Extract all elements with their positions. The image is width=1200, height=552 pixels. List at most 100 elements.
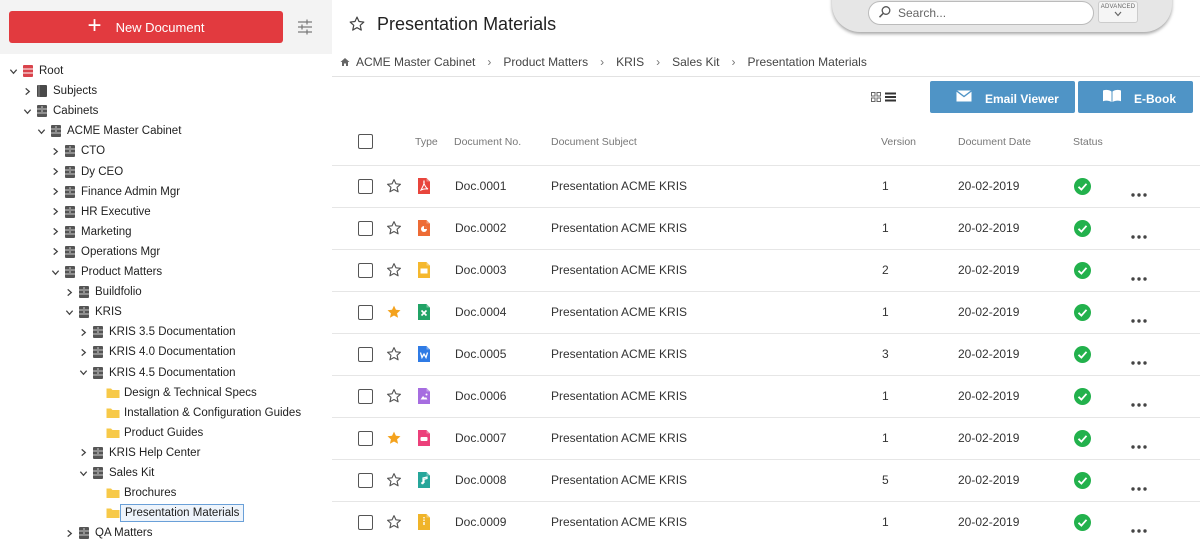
tree-item-kris-4-0-documentation[interactable]: KRIS 4.0 Documentation [78, 342, 236, 362]
more-options-icon[interactable] [1130, 269, 1148, 281]
column-header-version[interactable]: Version [881, 136, 916, 148]
breadcrumb-item-kris[interactable]: KRIS [616, 55, 644, 69]
favorite-star-icon[interactable] [348, 15, 366, 33]
tree-item-cto[interactable]: CTO [50, 141, 105, 161]
chevron-right-icon[interactable] [50, 227, 60, 237]
list-view-icon[interactable] [885, 92, 896, 102]
row-checkbox[interactable] [358, 263, 373, 278]
more-options-icon[interactable] [1130, 395, 1148, 407]
chevron-right-icon[interactable] [78, 347, 88, 357]
breadcrumb-item-sales-kit[interactable]: Sales Kit [672, 55, 719, 69]
chevron-down-icon[interactable] [50, 267, 60, 277]
more-options-icon[interactable] [1130, 227, 1148, 239]
tree-item-subjects[interactable]: Subjects [22, 81, 97, 101]
row-checkbox[interactable] [358, 221, 373, 236]
tree-item-brochures[interactable]: Brochures [106, 483, 176, 503]
row-checkbox[interactable] [358, 431, 373, 446]
row-checkbox[interactable] [358, 389, 373, 404]
star-outline-icon[interactable] [386, 514, 402, 530]
tree-item-cabinets[interactable]: Cabinets [22, 101, 98, 121]
more-options-icon[interactable] [1130, 353, 1148, 365]
column-header-document-subject[interactable]: Document Subject [551, 136, 637, 148]
star-outline-icon[interactable] [386, 346, 402, 362]
tree-item-design-technical-specs[interactable]: Design & Technical Specs [106, 383, 257, 403]
view-toggle[interactable] [871, 90, 899, 104]
chevron-down-icon[interactable] [8, 66, 18, 76]
email-viewer-button[interactable]: Email Viewer [930, 81, 1075, 113]
ebook-button[interactable]: E-Book [1078, 81, 1193, 113]
more-options-icon[interactable] [1130, 311, 1148, 323]
tree-item-operations-mgr[interactable]: Operations Mgr [50, 242, 160, 262]
row-checkbox[interactable] [358, 515, 373, 530]
column-header-status[interactable]: Status [1073, 136, 1103, 148]
tree-item-buildfolio[interactable]: Buildfolio [64, 282, 142, 302]
tree-item-presentation-materials[interactable]: Presentation Materials [106, 503, 245, 523]
tree-item-dy-ceo[interactable]: Dy CEO [50, 162, 123, 182]
chevron-down-icon[interactable] [36, 126, 46, 136]
table-row[interactable]: Doc.0009 Presentation ACME KRIS 1 20-02-201… [332, 501, 1200, 543]
chevron-right-icon[interactable] [78, 448, 88, 458]
grid-view-icon[interactable] [871, 92, 881, 102]
more-options-icon[interactable] [1130, 479, 1148, 491]
star-outline-icon[interactable] [386, 262, 402, 278]
tree-item-kris-4-5-documentation[interactable]: KRIS 4.5 Documentation [78, 363, 236, 383]
star-outline-icon[interactable] [386, 388, 402, 404]
row-checkbox[interactable] [358, 473, 373, 488]
filter-settings-button[interactable] [296, 17, 314, 37]
star-outline-icon[interactable] [386, 472, 402, 488]
chevron-right-icon[interactable] [64, 287, 74, 297]
table-row[interactable]: Doc.0004 Presentation ACME KRIS 1 20-02-201… [332, 291, 1200, 333]
star-filled-icon[interactable] [386, 430, 402, 446]
table-row[interactable]: Doc.0007 Presentation ACME KRIS 1 20-02-201… [332, 417, 1200, 459]
row-checkbox[interactable] [358, 305, 373, 320]
tree-item-qa-matters[interactable]: QA Matters [64, 523, 153, 543]
advanced-search-button[interactable]: ADVANCED [1098, 1, 1138, 23]
row-checkbox[interactable] [358, 347, 373, 362]
tree-item-sales-kit[interactable]: Sales Kit [78, 463, 154, 483]
home-icon[interactable] [340, 57, 350, 67]
table-row[interactable]: Doc.0006 Presentation ACME KRIS 1 20-02-201… [332, 375, 1200, 417]
star-outline-icon[interactable] [386, 220, 402, 236]
tree-item-product-matters[interactable]: Product Matters [50, 262, 162, 282]
tree-item-kris-3-5-documentation[interactable]: KRIS 3.5 Documentation [78, 322, 236, 342]
row-checkbox[interactable] [358, 179, 373, 194]
tree-item-installation-configuration-guides[interactable]: Installation & Configuration Guides [106, 403, 301, 423]
breadcrumb-item-product-matters[interactable]: Product Matters [503, 55, 588, 69]
tree-item-hr-executive[interactable]: HR Executive [50, 202, 151, 222]
chevron-right-icon[interactable] [50, 146, 60, 156]
column-header-document-date[interactable]: Document Date [958, 136, 1031, 148]
chevron-down-icon[interactable] [64, 307, 74, 317]
chevron-right-icon[interactable] [50, 247, 60, 257]
chevron-down-icon[interactable] [22, 106, 32, 116]
table-row[interactable]: Doc.0002 Presentation ACME KRIS 1 20-02-201… [332, 207, 1200, 249]
chevron-right-icon[interactable] [22, 86, 32, 96]
tree-item-root[interactable]: Root [8, 61, 63, 81]
table-row[interactable]: Doc.0003 Presentation ACME KRIS 2 20-02-201… [332, 249, 1200, 291]
breadcrumb-item-acme[interactable]: ACME Master Cabinet [356, 55, 475, 69]
tree-item-marketing[interactable]: Marketing [50, 222, 132, 242]
tree-item-finance-admin-mgr[interactable]: Finance Admin Mgr [50, 182, 180, 202]
chevron-right-icon[interactable] [50, 207, 60, 217]
tree-item-kris-help-center[interactable]: KRIS Help Center [78, 443, 200, 463]
chevron-down-icon[interactable] [78, 468, 88, 478]
column-header-document-no[interactable]: Document No. [454, 136, 521, 148]
more-options-icon[interactable] [1130, 185, 1148, 197]
new-document-button[interactable]: + New Document [9, 11, 283, 43]
chevron-right-icon[interactable] [50, 167, 60, 177]
star-outline-icon[interactable] [386, 178, 402, 194]
search-input[interactable] [898, 4, 1088, 22]
chevron-right-icon[interactable] [78, 327, 88, 337]
table-row[interactable]: Doc.0005 Presentation ACME KRIS 3 20-02-201… [332, 333, 1200, 375]
chevron-right-icon[interactable] [50, 187, 60, 197]
chevron-right-icon[interactable] [64, 528, 74, 538]
more-options-icon[interactable] [1130, 437, 1148, 449]
tree-item-acme-master-cabinet[interactable]: ACME Master Cabinet [36, 121, 181, 141]
column-header-type[interactable]: Type [415, 136, 438, 148]
star-filled-icon[interactable] [386, 304, 402, 320]
table-row[interactable]: Doc.0008 Presentation ACME KRIS 5 20-02-201… [332, 459, 1200, 501]
tree-item-product-guides[interactable]: Product Guides [106, 423, 203, 443]
select-all-checkbox[interactable] [358, 134, 373, 149]
table-row[interactable]: Doc.0001 Presentation ACME KRIS 1 20-02-201… [332, 165, 1200, 207]
tree-item-kris[interactable]: KRIS [64, 302, 122, 322]
more-options-icon[interactable] [1130, 521, 1148, 533]
